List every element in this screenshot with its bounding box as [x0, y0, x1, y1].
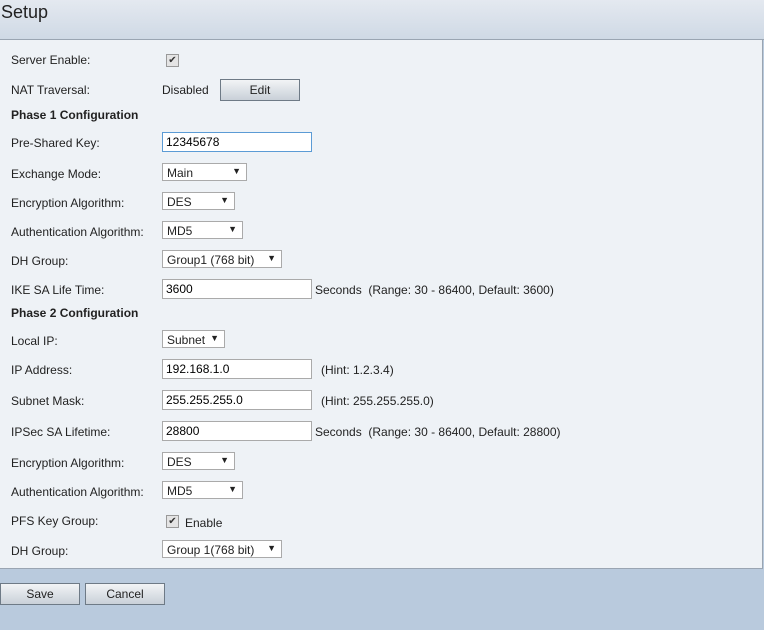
- ike-input[interactable]: [162, 279, 312, 299]
- ipsec-label: IPSec SA Lifetime:: [11, 425, 111, 439]
- local-ip-row: Local IP: Subnet ▼: [0, 330, 760, 352]
- p2-auth-value: MD5: [167, 484, 193, 498]
- ip-input[interactable]: [162, 359, 312, 379]
- psk-row: Pre-Shared Key:: [0, 132, 760, 154]
- dropdown-arrow-icon: ▼: [232, 166, 241, 176]
- local-ip-value: Subnet: [167, 333, 206, 347]
- p1-dh-value: Group1 (768 bit): [167, 253, 255, 267]
- p2-dh-value: Group 1(768 bit): [167, 543, 255, 557]
- dropdown-arrow-icon: ▼: [228, 224, 237, 234]
- exchange-value: Main: [167, 166, 194, 180]
- p1-auth-row: Authentication Algorithm: MD5 ▼: [0, 221, 760, 243]
- pfs-enable-label: Enable: [185, 516, 223, 530]
- p2-auth-row: Authentication Algorithm: MD5 ▼: [0, 481, 760, 503]
- mask-hint: (Hint: 255.255.255.0): [321, 394, 434, 408]
- phase1-heading: Phase 1 Configuration: [11, 108, 139, 122]
- ipsec-row: IPSec SA Lifetime: Seconds (Range: 30 - 8…: [0, 421, 760, 443]
- psk-input[interactable]: [162, 132, 312, 152]
- exchange-label: Exchange Mode:: [11, 167, 102, 181]
- p2-auth-select[interactable]: MD5 ▼: [162, 481, 243, 499]
- exchange-row: Exchange Mode: Main ▼: [0, 163, 760, 185]
- p1-enc-value: DES: [167, 195, 192, 209]
- ipsec-input[interactable]: [162, 421, 312, 441]
- ip-row: IP Address: (Hint: 1.2.3.4): [0, 359, 760, 381]
- local-ip-label: Local IP:: [11, 334, 58, 348]
- ike-label: IKE SA Life Time:: [11, 283, 105, 297]
- p1-auth-label: Authentication Algorithm:: [11, 225, 144, 239]
- phase2-heading-row: Phase 2 Configuration: [0, 302, 760, 324]
- p2-dh-row: DH Group: Group 1(768 bit) ▼: [0, 540, 760, 562]
- p2-enc-value: DES: [167, 455, 192, 469]
- psk-label: Pre-Shared Key:: [11, 136, 100, 150]
- ip-label: IP Address:: [11, 363, 73, 377]
- ip-hint: (Hint: 1.2.3.4): [321, 363, 394, 377]
- server-enable-checkbox[interactable]: ✔: [166, 54, 179, 67]
- p1-dh-row: DH Group: Group1 (768 bit) ▼: [0, 250, 760, 272]
- ike-hint: Seconds (Range: 30 - 86400, Default: 360…: [315, 283, 554, 297]
- edit-button[interactable]: Edit: [220, 79, 300, 101]
- server-enable-label: Server Enable:: [11, 53, 91, 67]
- local-ip-select[interactable]: Subnet ▼: [162, 330, 225, 348]
- nat-value: Disabled: [162, 83, 209, 97]
- p1-auth-select[interactable]: MD5 ▼: [162, 221, 243, 239]
- exchange-select[interactable]: Main ▼: [162, 163, 247, 181]
- pfs-label: PFS Key Group:: [11, 514, 99, 528]
- nat-label: NAT Traversal:: [11, 83, 90, 97]
- ike-row: IKE SA Life Time: Seconds (Range: 30 - 86…: [0, 279, 760, 301]
- nat-row: NAT Traversal: Disabled Edit: [0, 79, 760, 101]
- p2-auth-label: Authentication Algorithm:: [11, 485, 144, 499]
- dropdown-arrow-icon: ▼: [220, 455, 229, 465]
- ipsec-hint: Seconds (Range: 30 - 86400, Default: 288…: [315, 425, 561, 439]
- p2-enc-label: Encryption Algorithm:: [11, 456, 125, 470]
- p1-enc-row: Encryption Algorithm: DES ▼: [0, 192, 760, 214]
- pfs-row: PFS Key Group: ✔ Enable: [0, 510, 760, 532]
- p1-enc-select[interactable]: DES ▼: [162, 192, 235, 210]
- dropdown-arrow-icon: ▼: [228, 484, 237, 494]
- mask-input[interactable]: [162, 390, 312, 410]
- p1-auth-value: MD5: [167, 224, 193, 238]
- phase2-heading: Phase 2 Configuration: [11, 306, 139, 320]
- p2-dh-label: DH Group:: [11, 544, 69, 558]
- p1-dh-label: DH Group:: [11, 254, 69, 268]
- p1-dh-select[interactable]: Group1 (768 bit) ▼: [162, 250, 282, 268]
- dropdown-arrow-icon: ▼: [267, 253, 276, 263]
- server-enable-row: Server Enable: ✔: [0, 49, 760, 71]
- p1-enc-label: Encryption Algorithm:: [11, 196, 125, 210]
- mask-label: Subnet Mask:: [11, 394, 85, 408]
- pfs-checkbox[interactable]: ✔: [166, 515, 179, 528]
- phase1-heading-row: Phase 1 Configuration: [0, 104, 760, 126]
- save-button[interactable]: Save: [0, 583, 80, 605]
- mask-row: Subnet Mask: (Hint: 255.255.255.0): [0, 390, 760, 412]
- header: Setup: [0, 0, 764, 40]
- p2-enc-row: Encryption Algorithm: DES ▼: [0, 452, 760, 474]
- dropdown-arrow-icon: ▼: [210, 333, 219, 343]
- dropdown-arrow-icon: ▼: [220, 195, 229, 205]
- p2-dh-select[interactable]: Group 1(768 bit) ▼: [162, 540, 282, 558]
- dropdown-arrow-icon: ▼: [267, 543, 276, 553]
- p2-enc-select[interactable]: DES ▼: [162, 452, 235, 470]
- cancel-button[interactable]: Cancel: [85, 583, 165, 605]
- page-title: Setup: [1, 2, 49, 22]
